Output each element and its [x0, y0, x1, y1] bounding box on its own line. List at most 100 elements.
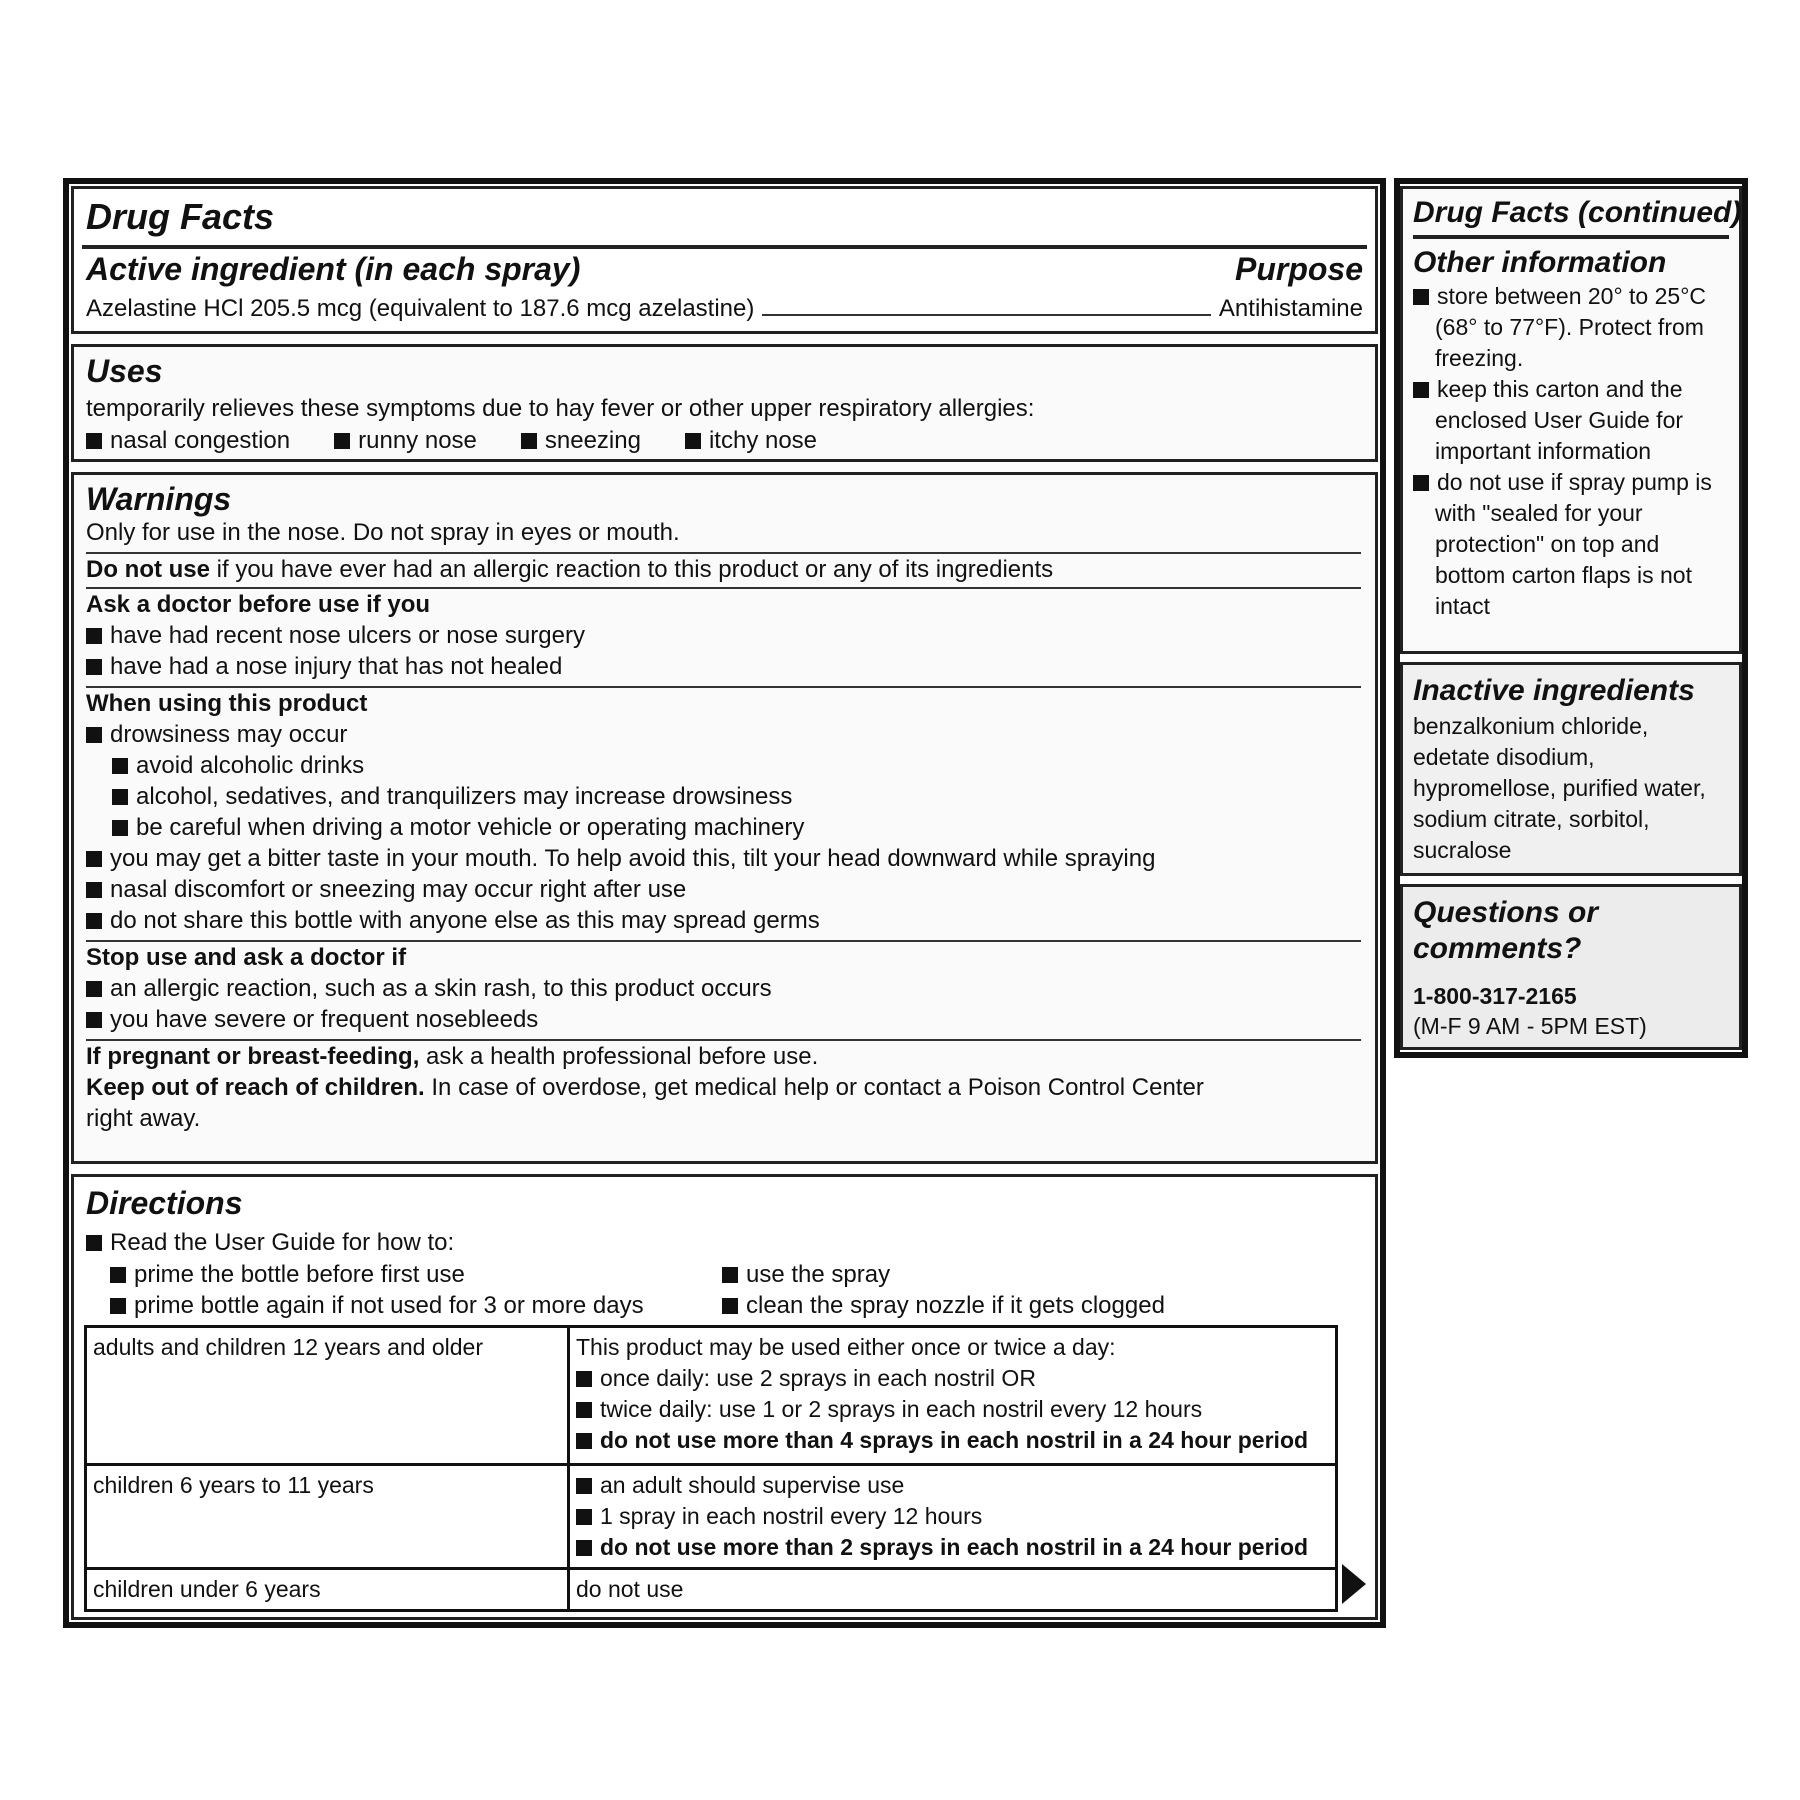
dose-item: an adult should supervise use — [576, 1470, 1329, 1501]
uses-heading: Uses — [86, 353, 163, 389]
square-bullet-icon — [110, 1298, 126, 1314]
user-guide-item: clean the spray nozzle if it gets clogge… — [722, 1290, 1165, 1321]
square-bullet-icon — [576, 1402, 592, 1418]
square-bullet-icon — [86, 851, 102, 867]
keep-out-line: Keep out of reach of children. In case o… — [86, 1074, 1204, 1101]
inactive-ingredients-box: Inactive ingredients benzalkonium chlori… — [1400, 662, 1742, 876]
when-using-item: you may get a bitter taste in your mouth… — [86, 843, 1361, 874]
square-bullet-icon — [1413, 475, 1429, 491]
square-bullet-icon — [576, 1433, 592, 1449]
user-guide-item: prime the bottle before first use — [110, 1259, 722, 1290]
directions-table: adults and children 12 years and older T… — [84, 1325, 1338, 1612]
square-bullet-icon — [576, 1509, 592, 1525]
questions-phone: 1-800-317-2165 — [1413, 983, 1577, 1009]
warnings-intro: Only for use in the nose. Do not spray i… — [86, 519, 680, 546]
purpose-value: Antihistamine — [1218, 295, 1363, 322]
uses-item: runny nose — [334, 425, 477, 456]
table-row: children under 6 years do not use — [84, 1567, 1338, 1612]
dose-instructions-cell: an adult should supervise use 1 spray in… — [567, 1463, 1338, 1570]
active-ingredient-row: Azelastine HCl 205.5 mcg (equivalent to … — [86, 293, 1363, 324]
square-bullet-icon — [576, 1478, 592, 1494]
dose-item: once daily: use 2 sprays in each nostril… — [576, 1363, 1329, 1394]
warnings-heading: Warnings — [86, 481, 232, 517]
active-ingredient-box: Drug Facts Active ingredient (in each sp… — [71, 186, 1378, 334]
square-bullet-icon — [334, 433, 351, 449]
square-bullet-icon — [86, 913, 102, 929]
dose-group-cell: children under 6 years — [84, 1567, 570, 1612]
uses-intro: temporarily relieves these symptoms due … — [86, 395, 1035, 422]
dose-group-cell: children 6 years to 11 years — [84, 1463, 570, 1570]
dose-instructions-cell: This product may be used either once or … — [567, 1325, 1338, 1466]
uses-items: nasal congestion runny nose sneezing itc… — [86, 425, 817, 456]
other-info-item: do not use if spray pump is with "sealed… — [1413, 467, 1729, 622]
when-using-item: drowsiness may occur — [86, 719, 1361, 750]
uses-item: itchy nose — [684, 425, 817, 456]
ask-doctor-item: have had a nose injury that has not heal… — [86, 651, 1361, 682]
stop-use-item: an allergic reaction, such as a skin ras… — [86, 973, 1361, 1004]
dose-instructions-cell: do not use — [567, 1567, 1338, 1612]
directions-heading: Directions — [86, 1185, 243, 1221]
uses-item: sneezing — [520, 425, 641, 456]
drug-facts-continued-title: Drug Facts (continued) — [1413, 196, 1742, 229]
pregnant-line: If pregnant or breast-feeding, ask a hea… — [86, 1043, 819, 1070]
warnings-box: Warnings Only for use in the nose. Do no… — [71, 472, 1378, 1164]
dose-group-cell: adults and children 12 years and older — [84, 1325, 570, 1466]
drowsy-subitem: avoid alcoholic drinks — [86, 750, 1361, 781]
dose-item: do not use more than 4 sprays in each no… — [576, 1425, 1329, 1456]
user-guide-right: use the spray clean the spray nozzle if … — [722, 1259, 1165, 1321]
table-row: adults and children 12 years and older T… — [84, 1325, 1338, 1466]
square-bullet-icon — [722, 1267, 738, 1283]
active-heading-row: Active ingredient (in each spray) Purpos… — [86, 251, 1363, 287]
square-bullet-icon — [1413, 382, 1429, 398]
user-guide-left: prime the bottle before first use prime … — [110, 1259, 722, 1321]
square-bullet-icon — [684, 433, 701, 449]
square-bullet-icon — [86, 981, 102, 997]
questions-heading: Questions or comments? — [1413, 896, 1599, 965]
keep-out-line-2: right away. — [86, 1105, 201, 1132]
dose-item: 1 spray in each nostril every 12 hours — [576, 1501, 1329, 1532]
drowsy-subitem: alcohol, sedatives, and tranquilizers ma… — [86, 781, 1361, 812]
other-information-heading: Other information — [1413, 246, 1667, 279]
other-information-box: Drug Facts (continued) Other information… — [1400, 186, 1742, 654]
other-info-item: store between 20° to 25°C (68° to 77°F).… — [1413, 281, 1729, 374]
square-bullet-icon — [520, 433, 537, 449]
square-bullet-icon — [86, 727, 102, 743]
when-using-item: do not share this bottle with anyone els… — [86, 905, 1361, 936]
continue-arrow-icon — [1342, 1564, 1366, 1604]
square-bullet-icon — [86, 882, 102, 898]
inactive-ingredients-heading: Inactive ingredients — [1413, 674, 1695, 707]
ask-doctor-heading: Ask a doctor before use if you — [86, 591, 431, 618]
square-bullet-icon — [86, 659, 102, 675]
inactive-ingredients-text: benzalkonium chloride, edetate disodium,… — [1413, 713, 1706, 863]
warnings-content: Warnings Only for use in the nose. Do no… — [86, 481, 1361, 1134]
ask-doctor-item: have had recent nose ulcers or nose surg… — [86, 620, 1361, 651]
user-guide-list: prime the bottle before first use prime … — [110, 1259, 1165, 1321]
drowsy-subitem: be careful when driving a motor vehicle … — [86, 812, 1361, 843]
user-guide-item: use the spray — [722, 1259, 1165, 1290]
directions-intro: Read the User Guide for how to: — [86, 1227, 454, 1258]
side-title-rule — [1413, 235, 1729, 239]
questions-hours: (M-F 9 AM - 5PM EST) — [1413, 1013, 1647, 1039]
stop-use-heading: Stop use and ask a doctor if — [86, 944, 407, 971]
square-bullet-icon — [722, 1298, 738, 1314]
do-not-use-line: Do not use if you have ever had an aller… — [86, 556, 1054, 583]
square-bullet-icon — [112, 820, 128, 836]
square-bullet-icon — [1413, 289, 1429, 305]
square-bullet-icon — [86, 433, 102, 449]
square-bullet-icon — [576, 1540, 592, 1556]
uses-box: Uses temporarily relieves these symptoms… — [71, 344, 1378, 462]
active-ingredient-text: Azelastine HCl 205.5 mcg (equivalent to … — [86, 295, 755, 322]
when-using-item: nasal discomfort or sneezing may occur r… — [86, 874, 1361, 905]
square-bullet-icon — [112, 758, 128, 774]
other-info-item: keep this carton and the enclosed User G… — [1413, 374, 1729, 467]
purpose-label: Purpose — [1234, 251, 1363, 287]
square-bullet-icon — [110, 1267, 126, 1283]
square-bullet-icon — [112, 789, 128, 805]
title-rule — [82, 245, 1367, 249]
dose-item: twice daily: use 1 or 2 sprays in each n… — [576, 1394, 1329, 1425]
uses-item: nasal congestion — [86, 425, 290, 456]
square-bullet-icon — [576, 1371, 592, 1387]
questions-box: Questions or comments? 1-800-317-2165 (M… — [1400, 884, 1742, 1050]
active-ingredient-heading: Active ingredient (in each spray) — [86, 251, 581, 287]
dose-item: do not use more than 2 sprays in each no… — [576, 1532, 1329, 1563]
